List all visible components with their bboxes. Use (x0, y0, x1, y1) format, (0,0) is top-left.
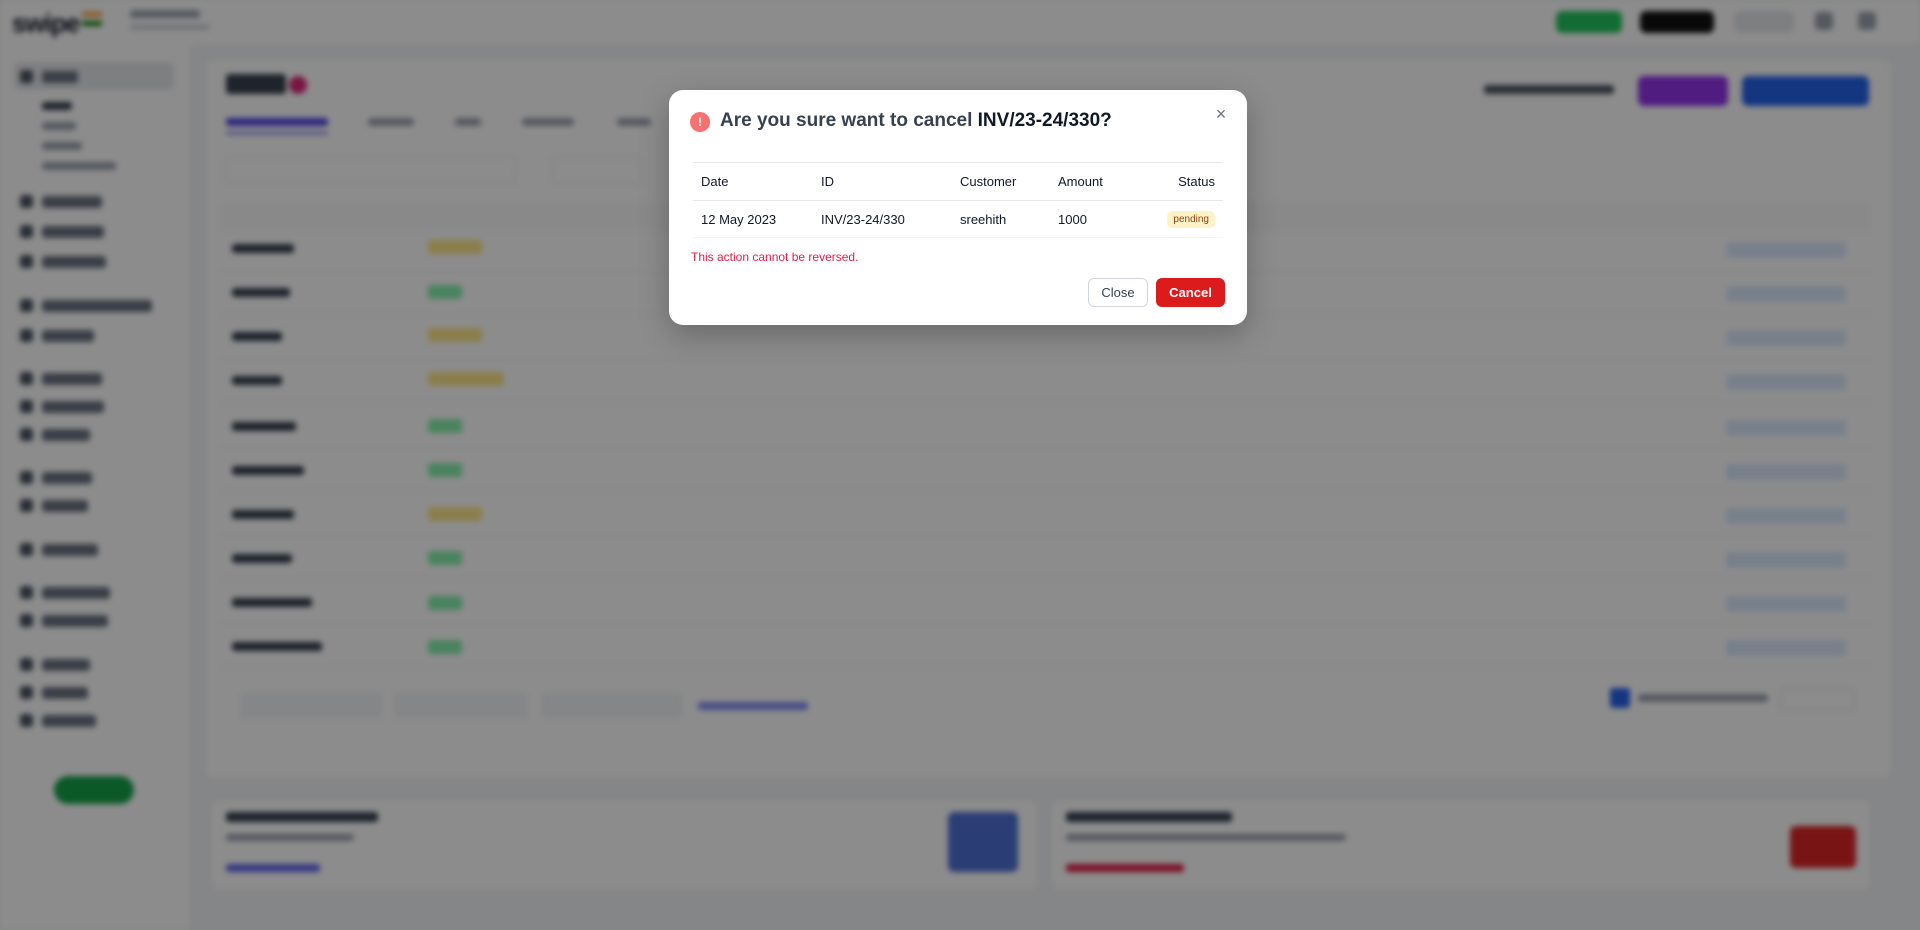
column-header-id: ID (821, 174, 834, 189)
cell-date: 12 May 2023 (701, 212, 777, 227)
cancel-invoice-button[interactable]: Cancel (1156, 278, 1225, 307)
warning-icon: ! (690, 112, 710, 132)
column-header-date: Date (701, 174, 729, 189)
column-header-amount: Amount (1058, 174, 1103, 189)
irreversible-warning: This action cannot be reversed. (691, 250, 859, 264)
cell-customer: sreehith (960, 212, 1007, 227)
cancel-invoice-modal: ! Are you sure want to cancel INV/23-24/… (669, 90, 1247, 325)
table-header-row: Date ID Customer Amount Status (693, 162, 1223, 200)
table-row: 12 May 2023 INV/23-24/330 sreehith 1000 … (693, 200, 1223, 238)
column-header-customer: Customer (960, 174, 1017, 189)
status-badge: pending (1167, 211, 1215, 228)
close-button[interactable]: Close (1088, 278, 1148, 307)
invoice-summary-table: Date ID Customer Amount Status 12 May 20… (693, 162, 1223, 238)
modal-title-invoice: INV/23-24/330? (977, 110, 1112, 131)
modal-title-prefix: Are you sure want to cancel (720, 110, 978, 131)
close-icon[interactable]: × (1211, 104, 1231, 124)
modal-title: Are you sure want to cancel INV/23-24/33… (720, 110, 1112, 132)
column-header-status: Status (1178, 174, 1215, 189)
cell-id: INV/23-24/330 (821, 212, 905, 227)
cell-amount: 1000 (1058, 212, 1087, 227)
